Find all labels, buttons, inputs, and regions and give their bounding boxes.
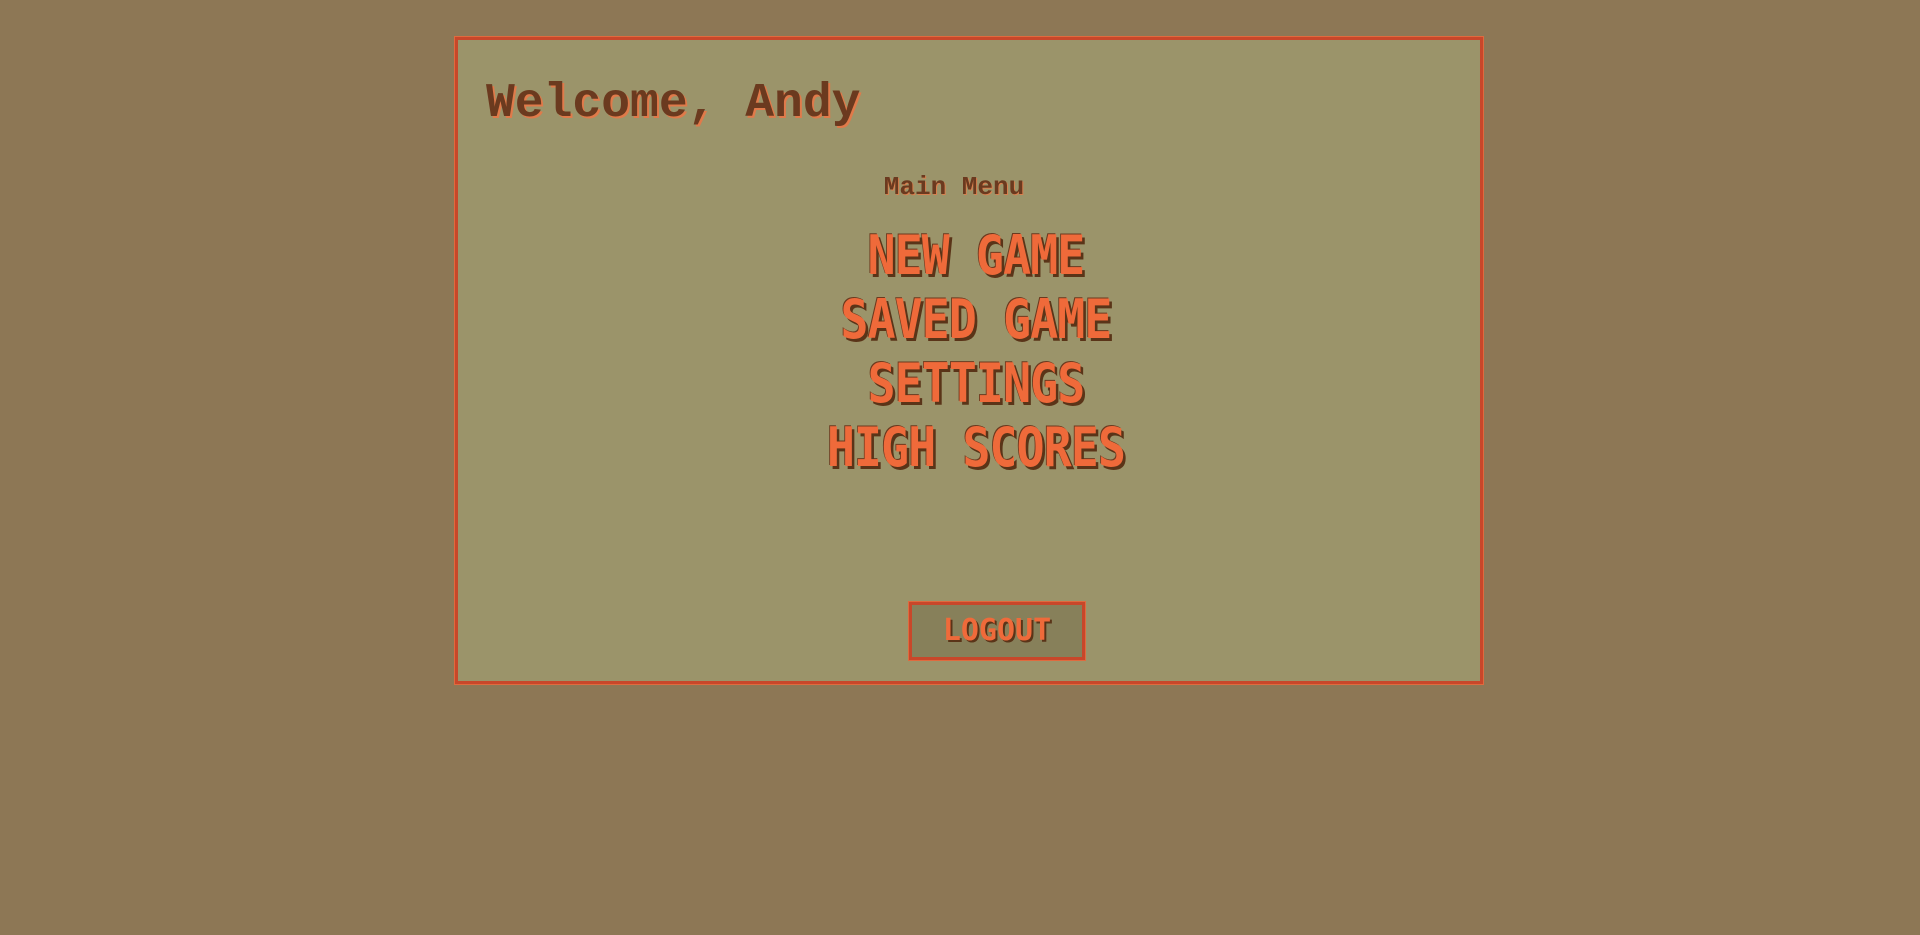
main-menu-panel: Welcome, Andy Main Menu NEW GAME SAVED G… — [454, 36, 1484, 685]
settings-button[interactable]: SETTINGS — [543, 352, 1410, 416]
high-scores-button[interactable]: HIGH SCORES — [543, 416, 1410, 480]
saved-game-button[interactable]: SAVED GAME — [543, 288, 1410, 352]
new-game-button[interactable]: NEW GAME — [543, 224, 1410, 288]
main-menu-list: NEW GAME SAVED GAME SETTINGS HIGH SCORES — [458, 224, 1480, 480]
welcome-heading: Welcome, Andy — [486, 77, 861, 131]
main-menu-title: Main Menu — [883, 172, 1025, 202]
logout-button[interactable]: LOGOUT — [908, 601, 1086, 661]
